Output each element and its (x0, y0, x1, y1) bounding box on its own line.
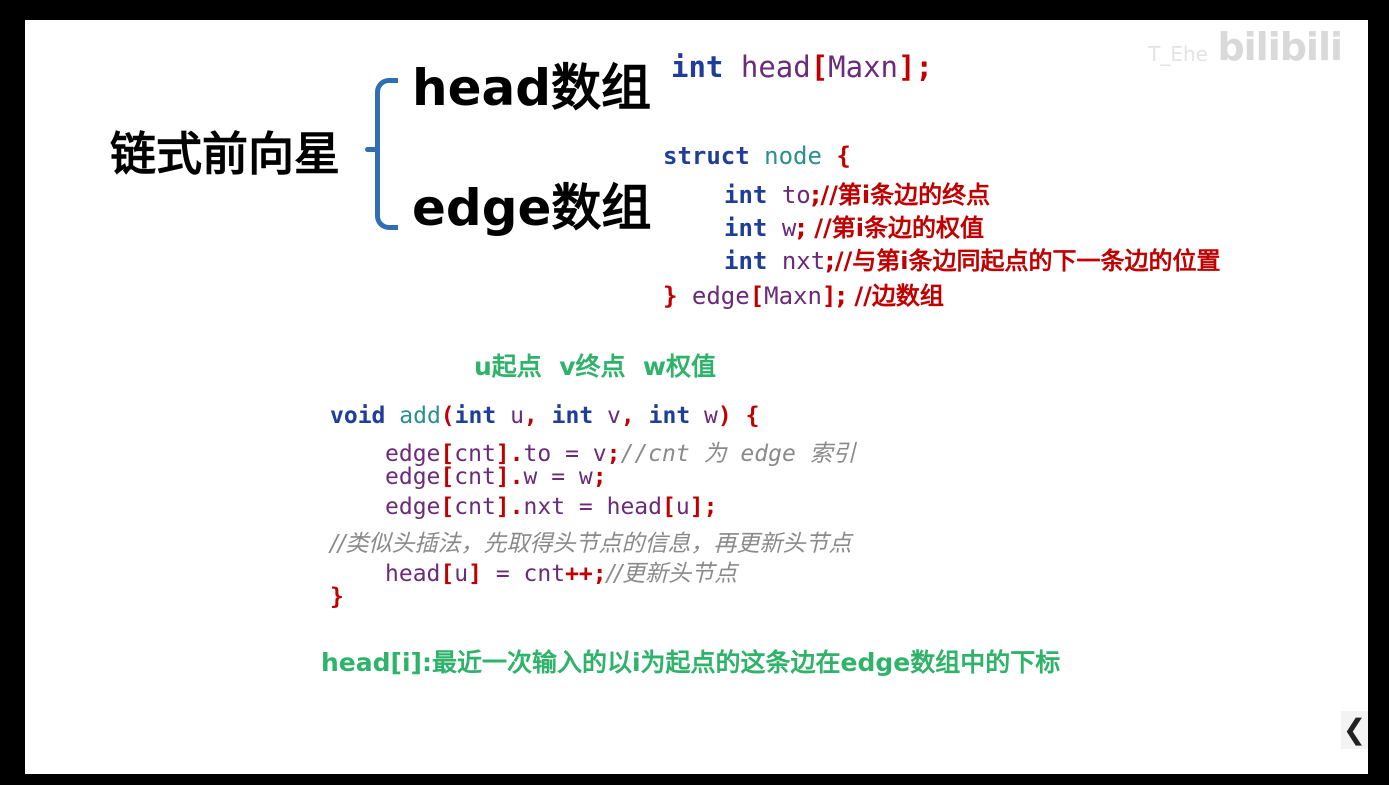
code-token: head (606, 494, 662, 520)
code-token: . (509, 464, 524, 490)
code-line: int nxt;//与第i条边同起点的下一条边的位置 (724, 241, 1221, 276)
code-token: ; (915, 50, 933, 84)
code-token: ; (606, 441, 621, 467)
code-token: = (565, 494, 607, 520)
code-token: ++ (565, 561, 593, 587)
code-token: [ (440, 464, 455, 490)
code-token: int (551, 403, 594, 429)
prev-arrow-button[interactable]: ❮ (1341, 711, 1368, 749)
code-line: edge[cnt].nxt = head[u]; (385, 494, 717, 520)
code-token: int (724, 214, 768, 242)
code-token: edge (691, 282, 750, 310)
code-line: struct node { (663, 142, 851, 170)
code-token: u (510, 403, 524, 429)
code-token: nxt (523, 494, 566, 520)
code-token: = (481, 561, 524, 587)
code-token: w (578, 464, 593, 490)
code-token: , (620, 403, 635, 429)
branch-edge: edge数组 (412, 179, 652, 237)
slide: T_Ehe bilibili 链式前向星 head数组 edge数组 int h… (25, 20, 1368, 774)
code-token: int (671, 50, 724, 84)
code-line: int to;//第i条边的终点 (724, 175, 990, 210)
code-token: { (745, 403, 760, 429)
code-token: int (454, 403, 497, 429)
code-token: int (648, 403, 691, 429)
bilibili-logo: bilibili (1217, 25, 1343, 69)
curly-brace-tip-icon (365, 147, 377, 152)
code-token: ; (592, 464, 607, 490)
code-token: Maxn (764, 282, 822, 310)
code-token: [ (662, 494, 676, 520)
code-comment: ;//与第i条边同起点的下一条边的位置 (825, 247, 1221, 275)
code-token: node (764, 142, 822, 170)
code-token: . (509, 494, 524, 520)
code-token: , (523, 403, 538, 429)
head-declaration: int head[Maxn]; (671, 50, 933, 84)
code-comment: //类似头插法，先取得头节点的信息，再更新头节点 (330, 531, 852, 557)
code-token: cnt (454, 464, 496, 490)
code-token: cnt (454, 494, 496, 520)
code-comment: ; //边数组 (836, 282, 944, 310)
code-line: } (330, 584, 344, 610)
code-comment: ; //第i条边的权值 (796, 214, 984, 242)
code-token: ] (821, 282, 837, 310)
code-token: ] (495, 464, 510, 490)
branch-head: head数组 (412, 59, 652, 117)
code-token: ] (468, 561, 482, 587)
code-token: edge (385, 464, 441, 490)
code-token: w (523, 464, 538, 490)
code-token: head (740, 50, 811, 84)
footer-note: head[i]:最近一次输入的以i为起点的这条边在edge数组中的下标 (321, 648, 1061, 677)
code-token: ; (592, 561, 607, 587)
code-token: [ (749, 282, 765, 310)
code-token: ] (898, 50, 916, 84)
code-token: = (537, 464, 579, 490)
code-token: u (454, 561, 469, 587)
code-line: int w; //第i条边的权值 (724, 208, 984, 243)
code-token: nxt (781, 247, 826, 275)
code-token: v (607, 403, 621, 429)
code-token: w (704, 403, 718, 429)
code-token: [ (810, 50, 829, 84)
code-line: void add(int u, int v, int w) { (330, 403, 759, 429)
code-token: void (330, 403, 386, 429)
code-token: int (724, 181, 768, 209)
code-line: } edge[Maxn]; //边数组 (663, 276, 944, 311)
code-token: [ (440, 494, 455, 520)
code-line: edge[cnt].to = v;//cnt 为 edge 索引 (385, 434, 856, 468)
code-comment: //cnt 为 edge 索引 (620, 441, 856, 467)
code-token: ; (703, 494, 718, 520)
code-token: ] (495, 494, 510, 520)
code-token: int (724, 247, 768, 275)
code-token: { (836, 142, 851, 170)
code-comment: //更新头节点 (606, 561, 738, 587)
root-label: 链式前向星 (110, 127, 340, 181)
code-line: edge[cnt].w = w; (385, 464, 607, 490)
code-token: u (675, 494, 690, 520)
code-token: [ (440, 561, 455, 587)
code-token: struct (663, 142, 750, 170)
code-token: w (781, 214, 797, 242)
code-token: head (385, 561, 441, 587)
code-token: Maxn (828, 50, 899, 84)
params-note: u起点 v终点 w权值 (474, 352, 717, 381)
code-token: ( (440, 403, 455, 429)
code-comment: ;//第i条边的终点 (810, 181, 991, 209)
code-line: head[u] = cnt++;//更新头节点 (385, 554, 737, 588)
code-token: add (399, 403, 441, 429)
code-token: edge (385, 494, 441, 520)
code-token: ) (717, 403, 732, 429)
code-token: ] (689, 494, 704, 520)
code-token: cnt (523, 561, 566, 587)
code-token: } (663, 282, 678, 310)
code-token: } (330, 584, 344, 610)
uploader-watermark: T_Ehe (1148, 42, 1208, 66)
code-token: to (781, 181, 811, 209)
curly-brace-icon (375, 78, 398, 230)
